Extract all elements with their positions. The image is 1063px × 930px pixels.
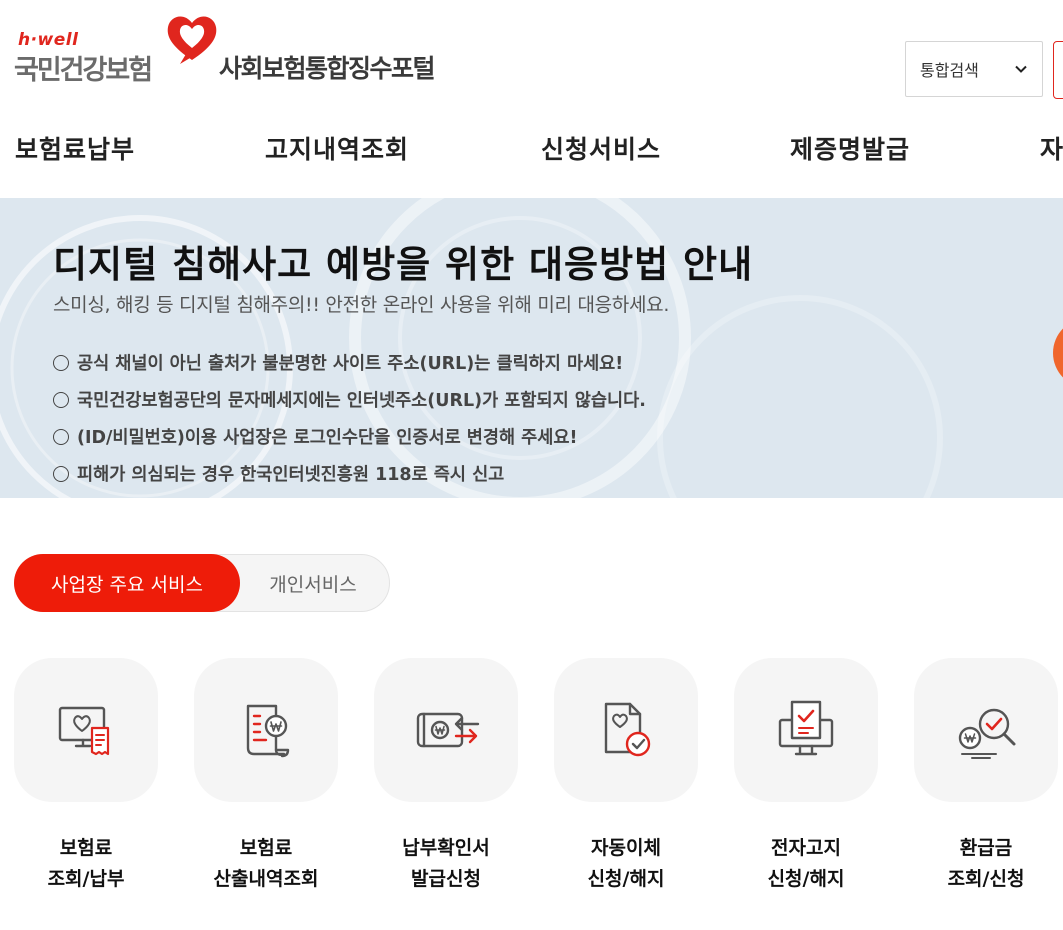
monitor-heart-receipt-icon — [58, 706, 110, 756]
service-icon-box — [374, 658, 518, 802]
service-electronic-notice[interactable]: 전자고지 신청/해지 — [734, 658, 878, 898]
service-label: 자동이체 신청/해지 — [534, 833, 718, 895]
service-icon-box — [734, 658, 878, 802]
search-scope-value: 통합검색 — [920, 61, 979, 80]
service-label-line: 조회/납부 — [47, 868, 125, 890]
circle-bullet-icon — [53, 465, 69, 482]
banner-bullet: 피해가 의심되는 경우 한국인터넷진흥원 118로 즉시 신고 — [53, 455, 646, 492]
banner-title: 디지털 침해사고 예방을 위한 대응방법 안내 — [53, 243, 754, 286]
service-label-line: 조회/신청 — [947, 868, 1025, 890]
service-label: 보험료 조회/납부 — [0, 833, 178, 895]
nhis-logo[interactable]: h·well 국민건강보험 — [14, 10, 224, 90]
bullet-text: (ID/비밀번호)이용 사업장은 로그인수단을 인증서로 변경해 주세요! — [77, 428, 578, 448]
main-nav: 보험료납부 고지내역조회 신청서비스 제증명발급 자 — [0, 120, 1063, 176]
wallet-transfer-icon — [416, 712, 480, 748]
nav-item-payment[interactable]: 보험료납부 — [15, 130, 135, 166]
service-label-line: 신청/해지 — [587, 868, 665, 890]
service-icon-box — [194, 658, 338, 802]
service-label-line: 보험료 — [239, 837, 293, 859]
circle-bullet-icon — [53, 391, 69, 408]
chevron-down-icon — [1015, 65, 1027, 73]
portal-title[interactable]: 사회보험통합징수포털 — [219, 49, 436, 85]
tab-business-services[interactable]: 사업장 주요 서비스 — [14, 554, 240, 612]
logo-hwell-text: h·well — [18, 30, 79, 50]
coin-magnifier-check-icon — [958, 708, 1016, 759]
service-label-line: 발급신청 — [411, 868, 481, 890]
service-icon-box — [914, 658, 1058, 802]
bullet-text: 공식 채널이 아닌 출처가 불분명한 사이트 주소(URL)는 클릭하지 마세요… — [77, 354, 624, 374]
header: h·well 국민건강보험 사회보험통합징수포털 통합검색 — [0, 0, 1063, 110]
circle-bullet-icon — [53, 428, 69, 445]
monitor-document-check-icon — [778, 700, 834, 756]
nav-item-notice-history[interactable]: 고지내역조회 — [265, 130, 409, 166]
banner-subtitle: 스미싱, 해킹 등 디지털 침해주의!! 안전한 온라인 사용을 위해 미리 대… — [53, 294, 670, 316]
banner-bullet: 국민건강보험공단의 문자메세지에는 인터넷주소(URL)가 포함되지 않습니다. — [53, 381, 646, 418]
service-icon-box — [554, 658, 698, 802]
service-premium-payment[interactable]: 보험료 조회/납부 — [14, 658, 158, 898]
file-heart-check-icon — [604, 702, 651, 757]
banner-bullet: (ID/비밀번호)이용 사업장은 로그인수단을 인증서로 변경해 주세요! — [53, 418, 646, 455]
service-refund[interactable]: 환급금 조회/신청 — [914, 658, 1058, 898]
service-label-line: 납부확인서 — [402, 837, 490, 859]
service-label-line: 보험료 — [59, 837, 113, 859]
service-label: 보험료 산출내역조회 — [174, 833, 358, 895]
service-tabs: 사업장 주요 서비스 개인서비스 — [14, 554, 390, 612]
banner-bullet: 공식 채널이 아닌 출처가 불분명한 사이트 주소(URL)는 클릭하지 마세요… — [53, 344, 646, 381]
security-banner[interactable]: 디지털 침해사고 예방을 위한 대응방법 안내 스미싱, 해킹 등 디지털 침해… — [0, 198, 1063, 498]
banner-bullet-list: 공식 채널이 아닌 출처가 불분명한 사이트 주소(URL)는 클릭하지 마세요… — [53, 344, 646, 492]
search-input[interactable] — [1053, 41, 1063, 99]
heart-logo-icon — [167, 16, 217, 64]
nav-item-certificate[interactable]: 제증명발급 — [790, 130, 910, 166]
bullet-text: 피해가 의심되는 경우 한국인터넷진흥원 118로 즉시 신고 — [77, 465, 505, 485]
service-premium-calculation[interactable]: 보험료 산출내역조회 — [194, 658, 338, 898]
nav-item-partial[interactable]: 자 — [1040, 130, 1063, 166]
service-label-line: 환급금 — [959, 837, 1013, 859]
nav-item-application[interactable]: 신청서비스 — [541, 130, 661, 166]
service-label-line: 전자고지 — [771, 837, 841, 859]
circle-bullet-icon — [53, 354, 69, 371]
bullet-text: 국민건강보험공단의 문자메세지에는 인터넷주소(URL)가 포함되지 않습니다. — [77, 391, 646, 411]
tab-personal-services[interactable]: 개인서비스 — [243, 554, 383, 612]
service-label-line: 신청/해지 — [767, 868, 845, 890]
service-icon-box — [14, 658, 158, 802]
search-scope-select[interactable]: 통합검색 — [905, 41, 1043, 97]
service-label: 환급금 조회/신청 — [894, 833, 1063, 895]
document-won-icon — [246, 704, 290, 758]
service-label-line: 자동이체 — [591, 837, 661, 859]
service-label-line: 산출내역조회 — [213, 868, 319, 890]
service-auto-transfer[interactable]: 자동이체 신청/해지 — [554, 658, 698, 898]
service-label: 납부확인서 발급신청 — [354, 833, 538, 895]
service-grid: 보험료 조회/납부 보험료 산출내역조회 납부확인서 발급신청 자동이체 신청/… — [0, 658, 1063, 898]
logo-name-text: 국민건강보험 — [14, 55, 153, 86]
service-payment-certificate[interactable]: 납부확인서 발급신청 — [374, 658, 518, 898]
service-label: 전자고지 신청/해지 — [714, 833, 898, 895]
